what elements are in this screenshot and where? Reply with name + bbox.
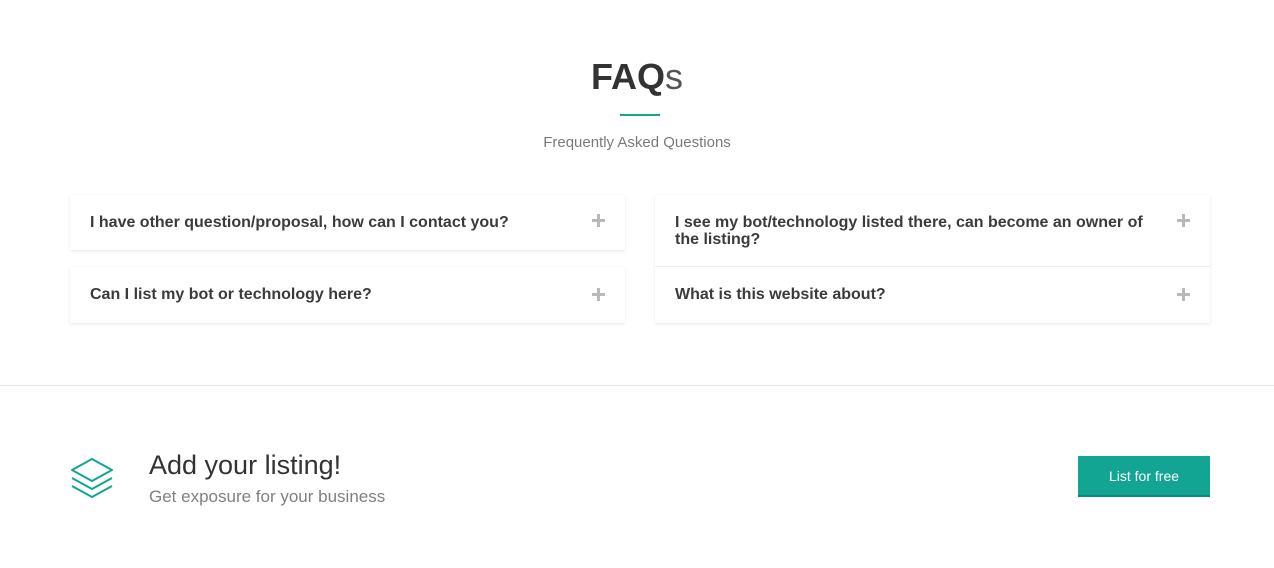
plus-icon[interactable] bbox=[592, 288, 605, 301]
faq-title-light: s bbox=[665, 56, 683, 97]
faq-column-right: I see my bot/technology listed there, ca… bbox=[655, 195, 1210, 323]
layers-icon bbox=[71, 458, 113, 498]
section-divider bbox=[0, 385, 1274, 386]
faq-question: What is this website about? bbox=[675, 286, 886, 303]
faq-title: FAQs bbox=[0, 56, 1274, 98]
faq-question: I see my bot/technology listed there, ca… bbox=[675, 214, 1143, 248]
faq-item[interactable]: I have other question/proposal, how can … bbox=[70, 195, 625, 250]
faq-title-strong: FAQ bbox=[590, 56, 665, 97]
plus-icon[interactable] bbox=[1177, 214, 1190, 227]
faq-question: I have other question/proposal, how can … bbox=[90, 214, 509, 231]
faq-group: I see my bot/technology listed there, ca… bbox=[655, 195, 1210, 323]
faq-column-left: I have other question/proposal, how can … bbox=[70, 195, 625, 323]
cta-title: Add your listing! bbox=[149, 450, 342, 480]
list-for-free-button[interactable]: List for free bbox=[1078, 456, 1210, 497]
faq-question: Can I list my bot or technology here? bbox=[90, 286, 372, 303]
faq-item[interactable]: I see my bot/technology listed there, ca… bbox=[655, 195, 1210, 267]
faq-subtitle: Frequently Asked Questions bbox=[543, 134, 731, 151]
faq-section: FAQs Frequently Asked Questions I have o… bbox=[0, 0, 1274, 385]
plus-icon[interactable] bbox=[1177, 288, 1190, 301]
faq-item[interactable]: What is this website about? bbox=[655, 267, 1210, 323]
cta-subtitle: Get exposure for your business bbox=[149, 487, 386, 506]
title-underline bbox=[620, 114, 660, 116]
plus-icon[interactable] bbox=[592, 214, 605, 227]
faq-item[interactable]: Can I list my bot or technology here? bbox=[70, 267, 625, 323]
